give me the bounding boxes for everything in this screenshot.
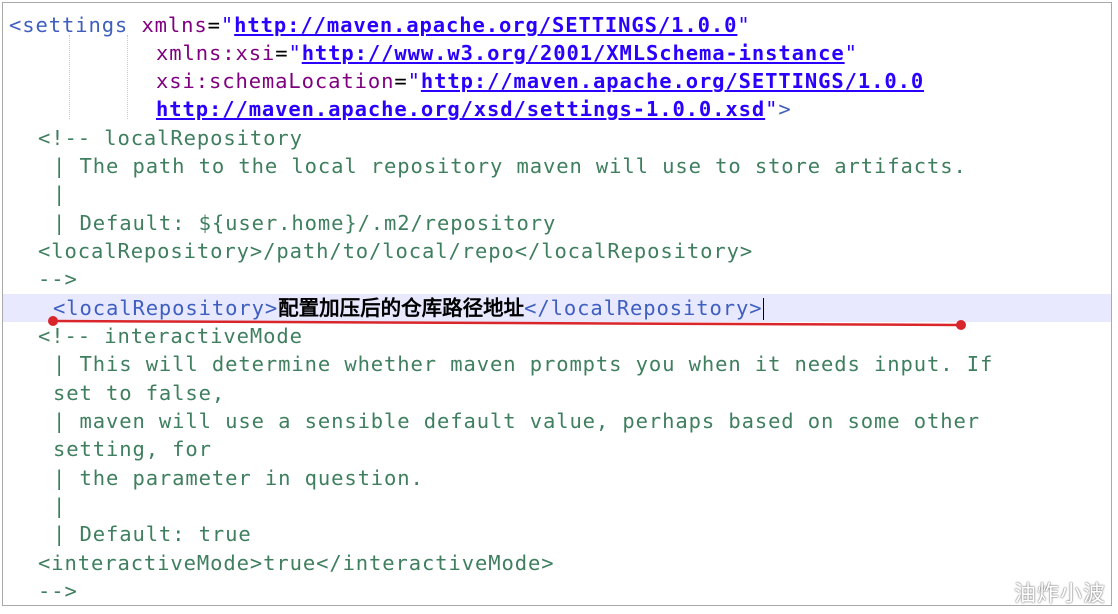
- annotation-end-dot: [956, 320, 966, 330]
- annotation-start-dot: [48, 316, 58, 326]
- red-underline-annotation: [48, 316, 966, 330]
- watermark: 油炸小波: [1013, 582, 1106, 607]
- annotation-line: [52, 319, 962, 327]
- xml-editor-window: <settings xmlns="http://maven.apache.org…: [2, 2, 1112, 606]
